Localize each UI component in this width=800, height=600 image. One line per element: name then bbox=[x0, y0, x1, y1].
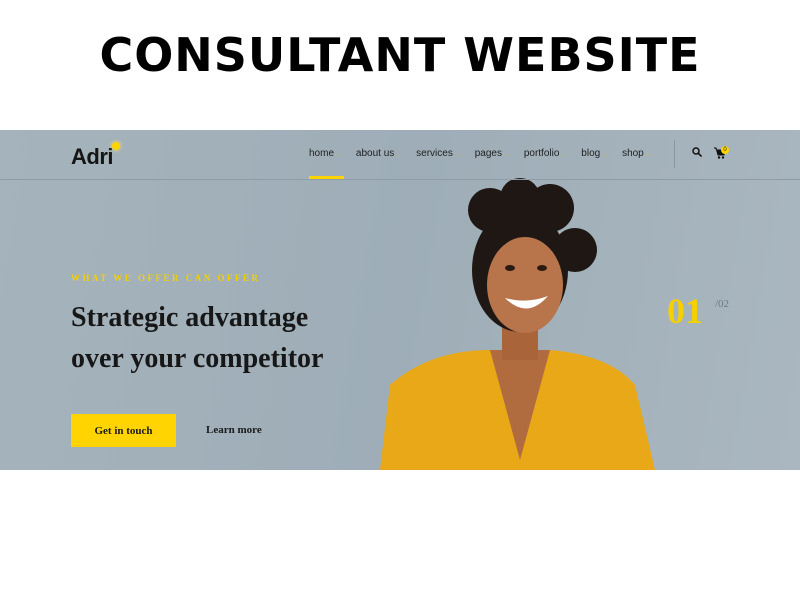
hero-headline: Strategic advantage over your competitor bbox=[71, 297, 323, 379]
site-header: Adri home ⌄ about us ⌄ services ⌄ pages ⌄ po… bbox=[0, 130, 800, 180]
learn-more-link[interactable]: Learn more bbox=[206, 424, 262, 436]
logo[interactable]: Adri bbox=[71, 144, 114, 170]
search-icon[interactable] bbox=[692, 147, 702, 157]
nav-item-portfolio[interactable]: portfolio ⌄ bbox=[524, 148, 567, 159]
nav-label: shop bbox=[622, 148, 644, 159]
nav-item-blog[interactable]: blog ⌄ bbox=[581, 148, 608, 159]
active-nav-indicator bbox=[309, 176, 344, 179]
nav-label: home bbox=[309, 148, 335, 159]
banner-title: CONSULTANT WEBSITE bbox=[99, 28, 701, 82]
get-in-touch-button[interactable]: Get in touch bbox=[71, 414, 176, 447]
nav-label: about us bbox=[355, 148, 395, 159]
cart-count-badge: 0 bbox=[721, 146, 729, 154]
chevron-down-icon: ⌄ bbox=[602, 151, 609, 158]
chevron-down-icon: ⌄ bbox=[561, 151, 568, 158]
headline-line-2: over your competitor bbox=[71, 343, 324, 374]
divider bbox=[674, 140, 675, 168]
headline-line-1: Strategic advantage bbox=[71, 302, 309, 333]
nav-label: services bbox=[416, 148, 453, 159]
nav-item-about-us[interactable]: about us ⌄ bbox=[356, 148, 402, 159]
nav-label: portfolio bbox=[523, 148, 560, 159]
nav-item-services[interactable]: services ⌄ bbox=[416, 148, 461, 159]
chevron-down-icon: ⌄ bbox=[645, 151, 652, 158]
chevron-down-icon: ⌄ bbox=[454, 151, 461, 158]
nav-item-home[interactable]: home ⌄ bbox=[309, 148, 342, 159]
slide-current-number: 01 bbox=[667, 291, 703, 331]
chevron-down-icon: ⌄ bbox=[396, 151, 403, 158]
chevron-down-icon: ⌄ bbox=[503, 151, 510, 158]
hero-photo bbox=[380, 178, 655, 470]
nav-label: pages bbox=[474, 148, 502, 159]
nav-item-shop[interactable]: shop ⌄ bbox=[622, 148, 652, 159]
hero-section: Adri home ⌄ about us ⌄ services ⌄ pages ⌄ po… bbox=[0, 130, 800, 470]
hero-kicker: WHAT WE OFFER CAN OFFER bbox=[71, 273, 261, 283]
slide-total-number: /02 bbox=[715, 298, 730, 310]
nav-label: blog bbox=[581, 148, 601, 159]
main-nav: home ⌄ about us ⌄ services ⌄ pages ⌄ portfol… bbox=[309, 148, 666, 159]
chevron-down-icon: ⌄ bbox=[336, 151, 342, 158]
logo-dot-icon bbox=[112, 142, 120, 150]
nav-item-pages[interactable]: pages ⌄ bbox=[475, 148, 510, 159]
